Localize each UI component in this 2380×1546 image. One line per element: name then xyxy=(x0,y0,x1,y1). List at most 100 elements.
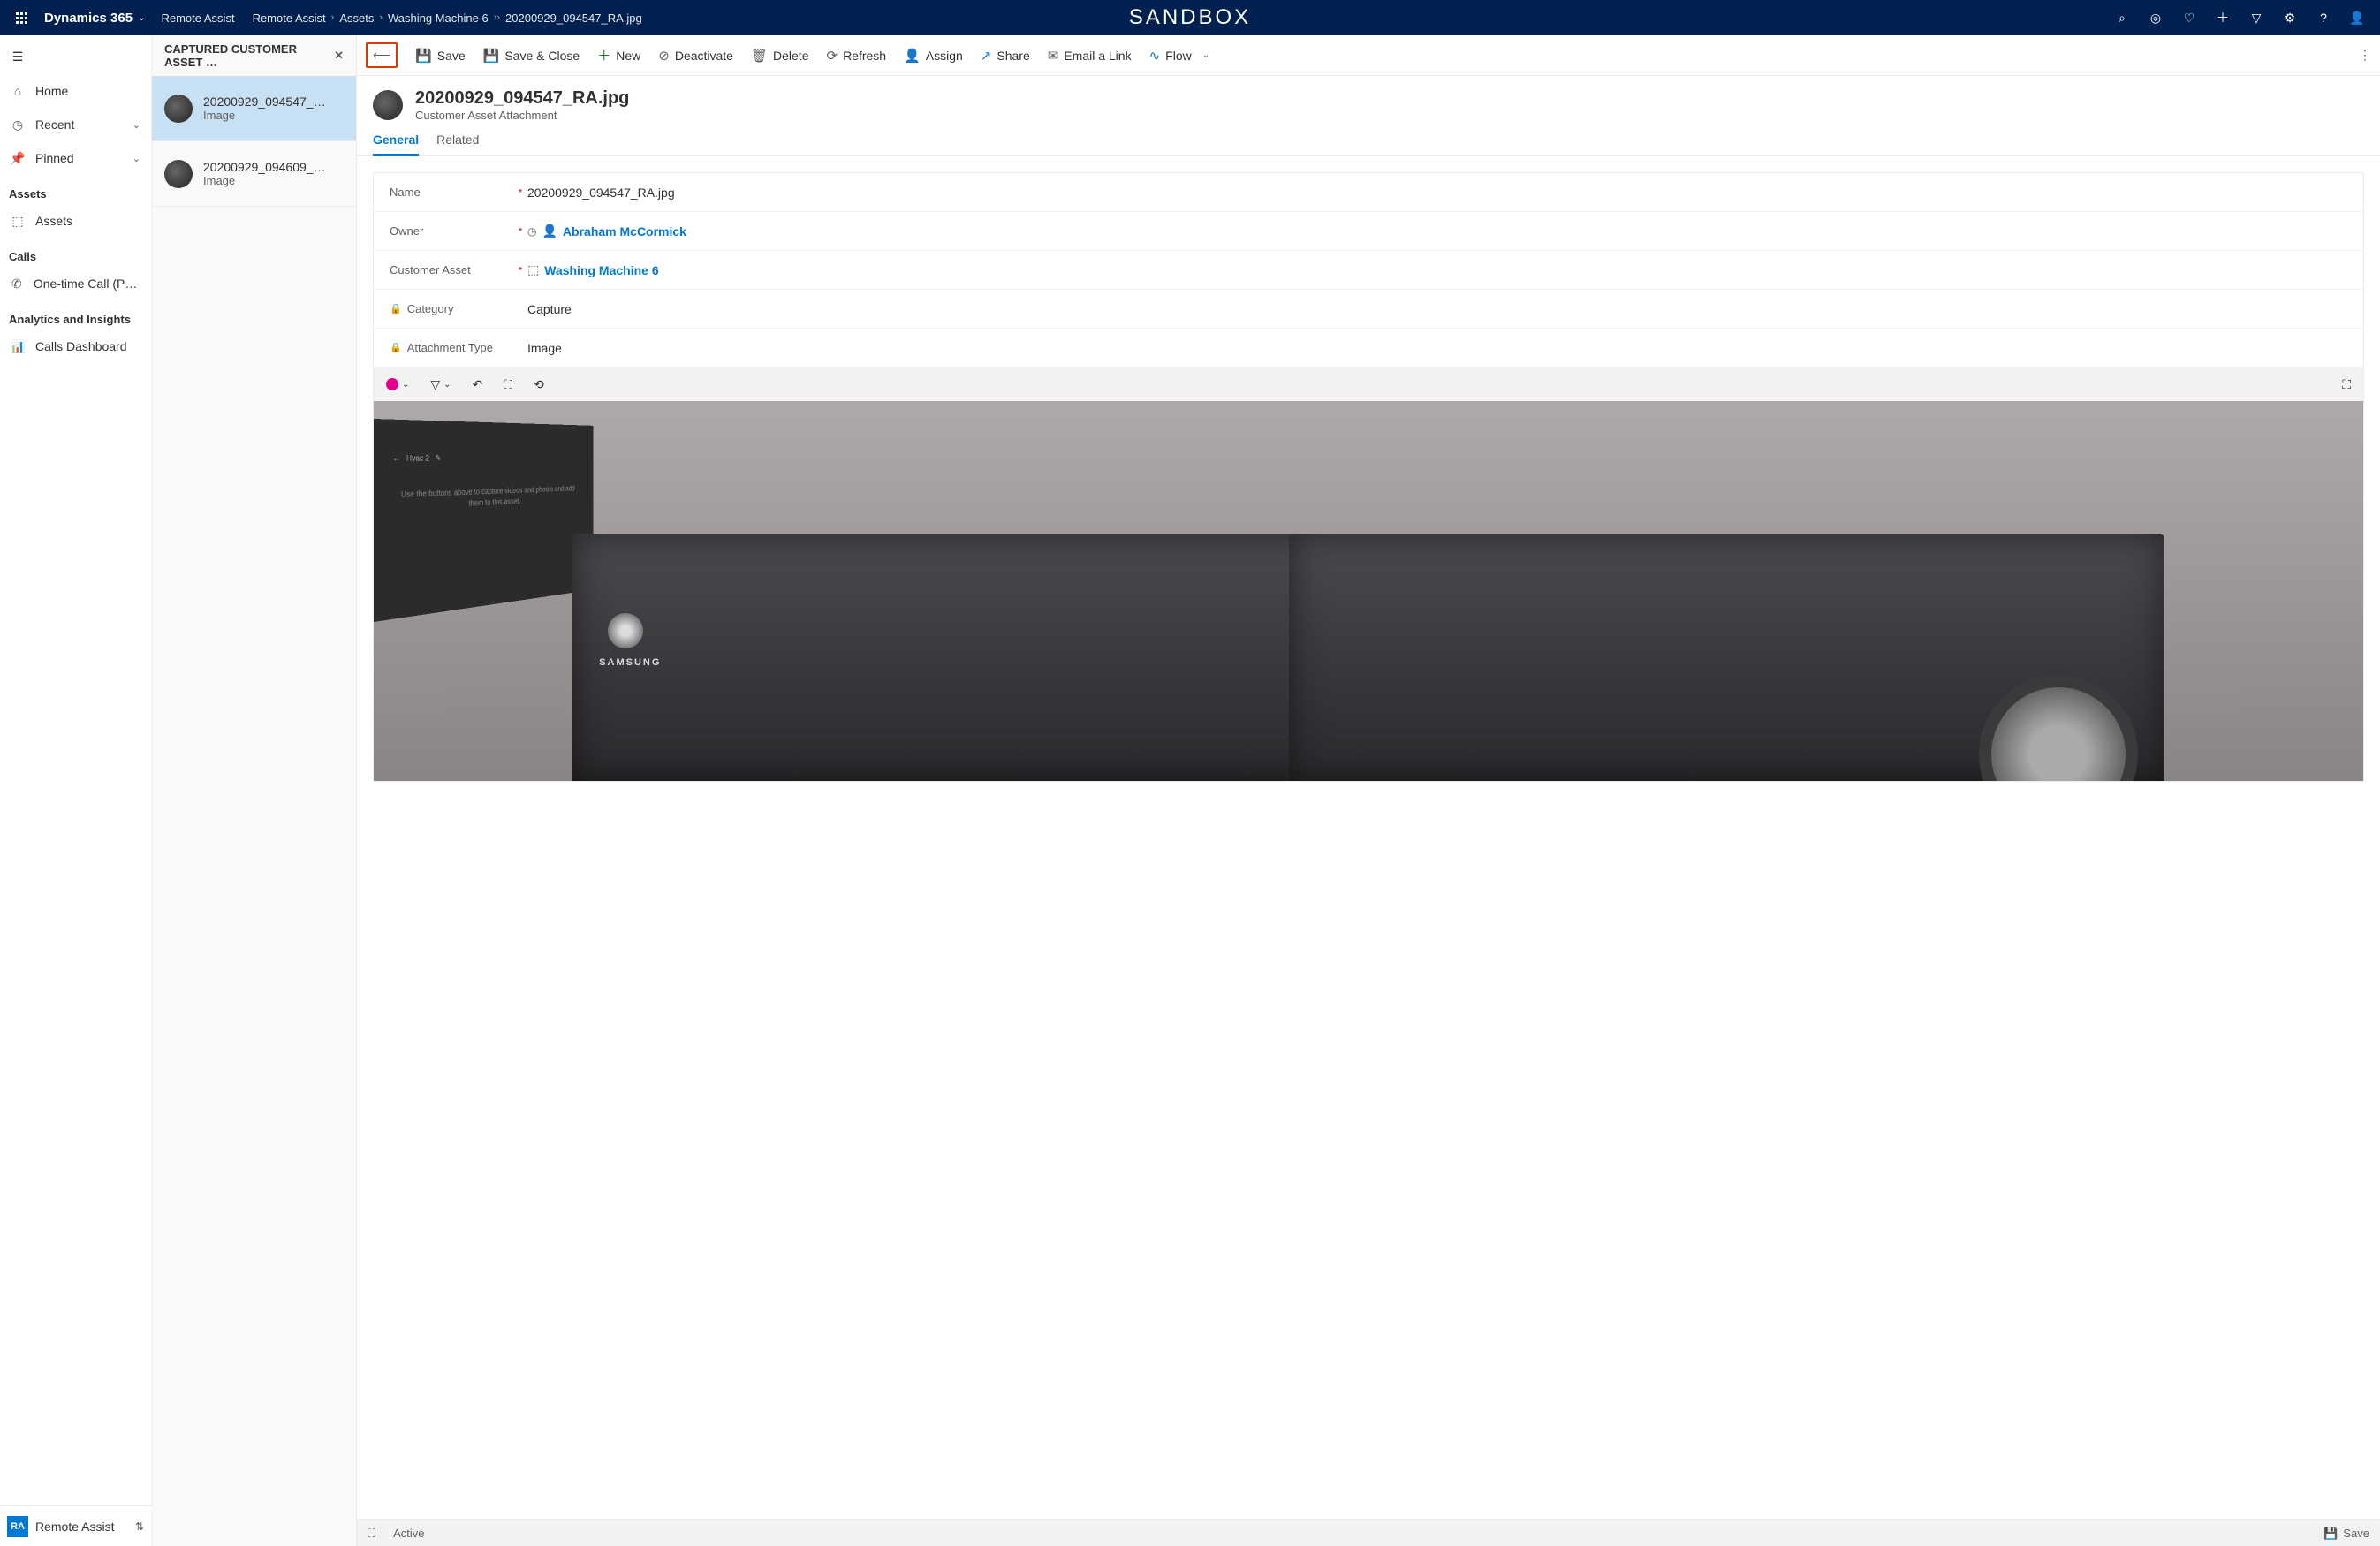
nav-home[interactable]: ⌂ Home xyxy=(0,74,151,108)
home-icon: ⌂ xyxy=(11,84,25,98)
area-switcher[interactable]: RA Remote Assist ⇅ xyxy=(0,1505,151,1546)
field-customer-asset[interactable]: ⬚ Washing Machine 6 xyxy=(527,262,2347,277)
list-item[interactable]: 20200929_094547_… Image xyxy=(152,76,356,141)
nav-section-calls: Calls xyxy=(0,238,151,267)
record-subtitle: Customer Asset Attachment xyxy=(415,109,629,122)
record-thumbnail xyxy=(373,90,403,120)
crop-icon[interactable]: ⛶ xyxy=(504,377,512,392)
record-header: 20200929_094547_RA.jpg Customer Asset At… xyxy=(357,76,2380,122)
nav-calls-dashboard[interactable]: 📊 Calls Dashboard xyxy=(0,330,151,363)
highlighter-icon[interactable]: ▽⌄ xyxy=(430,377,451,392)
crumb-app[interactable]: Remote Assist xyxy=(161,11,234,25)
list-item-subtitle: Image xyxy=(203,109,326,122)
save-button[interactable]: 💾Save xyxy=(415,35,466,75)
chevron-down-icon: ⌄ xyxy=(402,380,409,390)
nav-section-assets: Assets xyxy=(0,175,151,204)
delete-button[interactable]: 🗑Delete xyxy=(751,35,809,75)
attachment-image[interactable]: ← Hvac 2 ✎ Use the buttons above to capt… xyxy=(374,401,2363,781)
email-link-button[interactable]: ✉Email a Link xyxy=(1048,35,1132,75)
list-item-title: 20200929_094609_… xyxy=(203,160,326,174)
status-value[interactable]: Active xyxy=(393,1527,424,1540)
nav-section-analytics: Analytics and Insights xyxy=(0,300,151,330)
crumb-area[interactable]: Remote Assist xyxy=(253,11,326,25)
nav-onetime-call[interactable]: ✆ One-time Call (Previ… xyxy=(0,267,151,300)
nav-label: Home xyxy=(35,84,68,98)
nav-label: Pinned xyxy=(35,151,74,165)
help-icon[interactable]: ? xyxy=(2316,11,2331,25)
appliance-right xyxy=(1289,534,2164,781)
overflow-icon[interactable]: ⋮ xyxy=(2359,48,2371,63)
nav-recent[interactable]: ◷ Recent ⌄ xyxy=(0,108,151,141)
refresh-button[interactable]: ⟳Refresh xyxy=(826,35,886,75)
nav-pinned[interactable]: 📌 Pinned ⌄ xyxy=(0,141,151,175)
record-title: 20200929_094547_RA.jpg xyxy=(415,88,629,109)
status-save-button[interactable]: Save xyxy=(2343,1527,2369,1540)
list-panel: CAPTURED CUSTOMER ASSET … ✕ 20200929_094… xyxy=(152,35,357,1546)
close-icon[interactable]: ✕ xyxy=(334,49,344,63)
label-owner: Owner xyxy=(390,224,513,238)
flow-button[interactable]: ∿Flow⌄ xyxy=(1149,35,1210,75)
assign-button[interactable]: 👤Assign xyxy=(904,35,963,75)
asset-link[interactable]: Washing Machine 6 xyxy=(544,263,658,277)
list-title: CAPTURED CUSTOMER ASSET … xyxy=(164,42,334,69)
app-launcher-icon[interactable] xyxy=(7,12,35,24)
environment-label: SANDBOX xyxy=(1129,5,1251,30)
hololens-panel: ← Hvac 2 ✎ Use the buttons above to capt… xyxy=(374,419,594,622)
field-category: Capture xyxy=(527,302,2347,316)
owner-link[interactable]: Abraham McCormick xyxy=(563,224,686,239)
tab-general[interactable]: General xyxy=(373,133,419,155)
command-bar: ⟵ 💾Save 💾Save & Close ＋New ⊘Deactivate 🗑… xyxy=(357,35,2380,76)
chevron-down-icon: ⌄ xyxy=(133,119,140,131)
rotate-icon[interactable]: ⟲ xyxy=(534,377,544,392)
undo-icon[interactable]: ↶ xyxy=(473,377,483,392)
label-attachment-type: 🔒Attachment Type xyxy=(390,341,513,354)
left-navigation: ☰ ⌂ Home ◷ Recent ⌄ 📌 Pinned ⌄ Assets ⬚ … xyxy=(0,35,152,1546)
list-item[interactable]: 20200929_094609_… Image xyxy=(152,141,356,207)
lightbulb-icon[interactable]: ♡ xyxy=(2182,11,2196,25)
image-section: ⌄ ▽⌄ ↶ ⛶ ⟲ ⛶ ← Hvac 2 ✎ xyxy=(374,368,2363,781)
trash-icon: 🗑 xyxy=(751,48,768,64)
brand-label[interactable]: Dynamics 365 xyxy=(44,11,133,26)
label-category: 🔒Category xyxy=(390,302,513,315)
tab-related[interactable]: Related xyxy=(436,133,479,155)
chevron-down-icon[interactable]: ⌄ xyxy=(138,13,145,23)
content-area: ⟵ 💾Save 💾Save & Close ＋New ⊘Deactivate 🗑… xyxy=(357,35,2380,1546)
new-button[interactable]: ＋New xyxy=(597,35,640,75)
area-badge: RA xyxy=(7,1516,28,1537)
crumb-parent[interactable]: Washing Machine 6 xyxy=(388,11,489,25)
nav-label: Assets xyxy=(35,214,72,228)
crumb-assets[interactable]: Assets xyxy=(339,11,374,25)
task-icon[interactable]: ◎ xyxy=(2149,11,2163,25)
save-close-button[interactable]: 💾Save & Close xyxy=(483,35,580,75)
gear-icon[interactable]: ⚙ xyxy=(2283,11,2297,25)
user-icon[interactable]: 👤 xyxy=(2350,11,2364,25)
field-owner[interactable]: ◷ 👤 Abraham McCormick xyxy=(527,224,2347,239)
dial-icon xyxy=(608,613,643,648)
nav-assets[interactable]: ⬚ Assets xyxy=(0,204,151,238)
share-button[interactable]: ↗Share xyxy=(981,35,1030,75)
expand-icon[interactable]: ⛶ xyxy=(2342,377,2351,392)
mail-icon: ✉ xyxy=(1048,48,1059,64)
nav-label: One-time Call (Previ… xyxy=(34,277,140,291)
deactivate-icon: ⊘ xyxy=(658,48,670,64)
edit-icon: ✎ xyxy=(436,454,442,463)
search-icon[interactable]: ⌕ xyxy=(2115,11,2129,25)
back-arrow-icon: ← xyxy=(392,454,400,464)
plus-icon[interactable]: ＋ xyxy=(2216,11,2230,25)
chevron-down-icon: ⌄ xyxy=(1202,50,1209,60)
field-name[interactable]: 20200929_094547_RA.jpg xyxy=(527,186,2347,200)
deactivate-button[interactable]: ⊘Deactivate xyxy=(658,35,733,75)
expand-icon[interactable]: ⛶ xyxy=(368,1527,375,1541)
thumbnail-icon xyxy=(164,95,193,123)
status-bar: ⛶ Active 💾 Save xyxy=(357,1519,2380,1546)
thumbnail-icon xyxy=(164,160,193,188)
save-icon: 💾 xyxy=(415,48,432,64)
filter-icon[interactable]: ▽ xyxy=(2249,11,2263,25)
area-label: Remote Assist xyxy=(35,1519,114,1534)
back-button[interactable]: ⟵ xyxy=(366,42,398,68)
share-icon: ↗ xyxy=(981,48,992,64)
pin-icon: 📌 xyxy=(11,151,25,166)
color-picker[interactable]: ⌄ xyxy=(386,378,409,390)
hamburger-icon[interactable]: ☰ xyxy=(4,42,32,71)
clock-icon: ◷ xyxy=(527,225,536,238)
